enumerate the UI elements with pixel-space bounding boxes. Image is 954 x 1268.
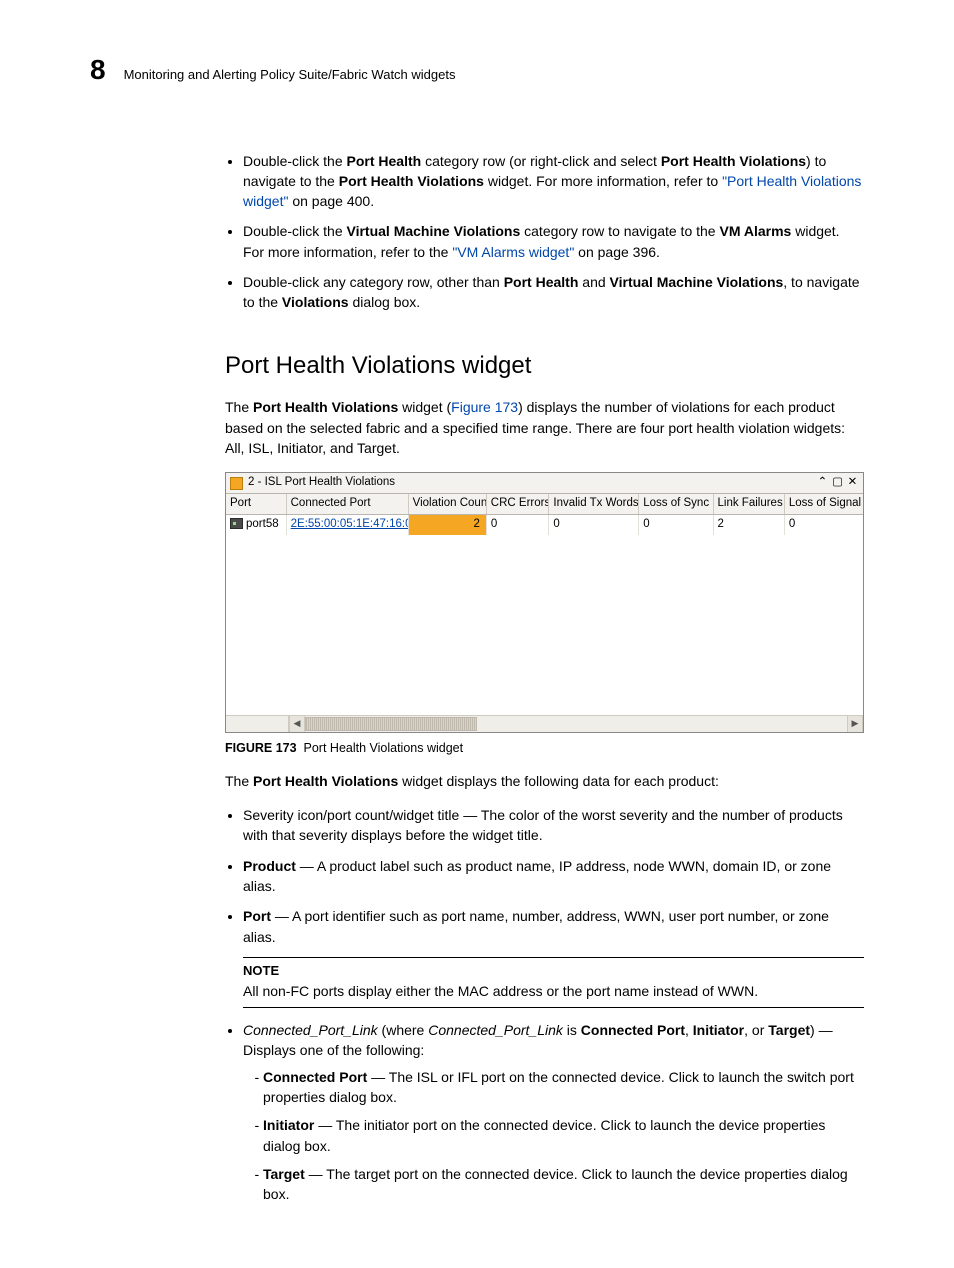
- widget-title-text: 2 - ISL Port Health Violations: [248, 476, 816, 490]
- link-figure-173[interactable]: Figure 173: [451, 399, 518, 415]
- h-scrollbar[interactable]: ◀ ▶: [226, 715, 863, 732]
- col-violation-count[interactable]: Violation Count: [409, 494, 487, 514]
- col-crc-errors[interactable]: CRC Errors: [487, 494, 550, 514]
- bullet-product: Product — A product label such as produc…: [243, 856, 864, 897]
- cell-crc: 0: [487, 515, 550, 535]
- bullet-connected-port-link: Connected_Port_Link (where Connected_Por…: [243, 1020, 864, 1204]
- chapter-number: 8: [90, 50, 106, 91]
- scroll-left-icon[interactable]: ◀: [289, 716, 305, 732]
- table-row[interactable]: port58 2E:55:00:05:1E:47:16:00 2 0 0 0 2…: [226, 515, 863, 535]
- bullet-port: Port — A port identifier such as port na…: [243, 906, 864, 1008]
- cell-connected-port[interactable]: 2E:55:00:05:1E:47:16:00: [287, 515, 409, 535]
- bullet-severity: Severity icon/port count/widget title — …: [243, 805, 864, 846]
- cell-port: port58: [226, 515, 287, 535]
- section-heading: Port Health Violations widget: [225, 349, 864, 384]
- note-label: NOTE: [243, 962, 864, 981]
- severity-icon: [230, 477, 243, 490]
- sub-target: Target — The target port on the connecte…: [263, 1164, 864, 1205]
- widget-desc-paragraph: The Port Health Violations widget displa…: [225, 771, 864, 791]
- sub-initiator: Initiator — The initiator port on the co…: [263, 1115, 864, 1156]
- cell-los: 0: [639, 515, 713, 535]
- cell-itw: 0: [549, 515, 639, 535]
- cell-violation-count: 2: [409, 515, 487, 535]
- col-link-failures[interactable]: Link Failures: [714, 494, 785, 514]
- bullet-port-health: Double-click the Port Health category ro…: [243, 151, 864, 212]
- intro-bullets: Double-click the Port Health category ro…: [225, 151, 864, 313]
- col-loss-sync[interactable]: Loss of Sync: [639, 494, 713, 514]
- page-header: 8 Monitoring and Alerting Policy Suite/F…: [90, 50, 864, 91]
- running-title: Monitoring and Alerting Policy Suite/Fab…: [124, 66, 456, 85]
- col-port[interactable]: Port: [226, 494, 287, 514]
- intro-paragraph: The Port Health Violations widget (Figur…: [225, 397, 864, 458]
- maximize-icon[interactable]: ▢: [831, 476, 844, 490]
- widget-column-headers: Port Connected Port Violation Count CRC …: [226, 494, 863, 515]
- phv-widget: 2 - ISL Port Health Violations ⌃ ▢ ✕ Por…: [225, 472, 864, 732]
- scroll-thumb[interactable]: [305, 717, 477, 731]
- link-vm-alarms[interactable]: "VM Alarms widget": [452, 244, 574, 260]
- switch-icon: [230, 518, 243, 529]
- sub-bullets: Connected Port — The ISL or IFL port on …: [243, 1067, 864, 1205]
- col-loss-signal[interactable]: Loss of Signal: [785, 494, 863, 514]
- bullet-vm-violations: Double-click the Virtual Machine Violati…: [243, 221, 864, 262]
- col-invalid-tx[interactable]: Invalid Tx Words: [549, 494, 639, 514]
- collapse-icon[interactable]: ⌃: [816, 476, 829, 490]
- cell-lsg: 0: [785, 515, 863, 535]
- figure-caption: FIGURE 173 Port Health Violations widget: [225, 739, 864, 757]
- sub-connected-port: Connected Port — The ISL or IFL port on …: [263, 1067, 864, 1108]
- scroll-right-icon[interactable]: ▶: [847, 716, 863, 732]
- widget-empty-area: [226, 535, 863, 715]
- widget-titlebar: 2 - ISL Port Health Violations ⌃ ▢ ✕: [226, 473, 863, 494]
- note-text: All non-FC ports display either the MAC …: [243, 981, 864, 1001]
- col-connected-port[interactable]: Connected Port: [287, 494, 409, 514]
- close-icon[interactable]: ✕: [846, 476, 859, 490]
- bullet-other-violations: Double-click any category row, other tha…: [243, 272, 864, 313]
- note-box: NOTE All non-FC ports display either the…: [243, 957, 864, 1008]
- field-bullets: Severity icon/port count/widget title — …: [225, 805, 864, 1204]
- cell-lf: 2: [714, 515, 785, 535]
